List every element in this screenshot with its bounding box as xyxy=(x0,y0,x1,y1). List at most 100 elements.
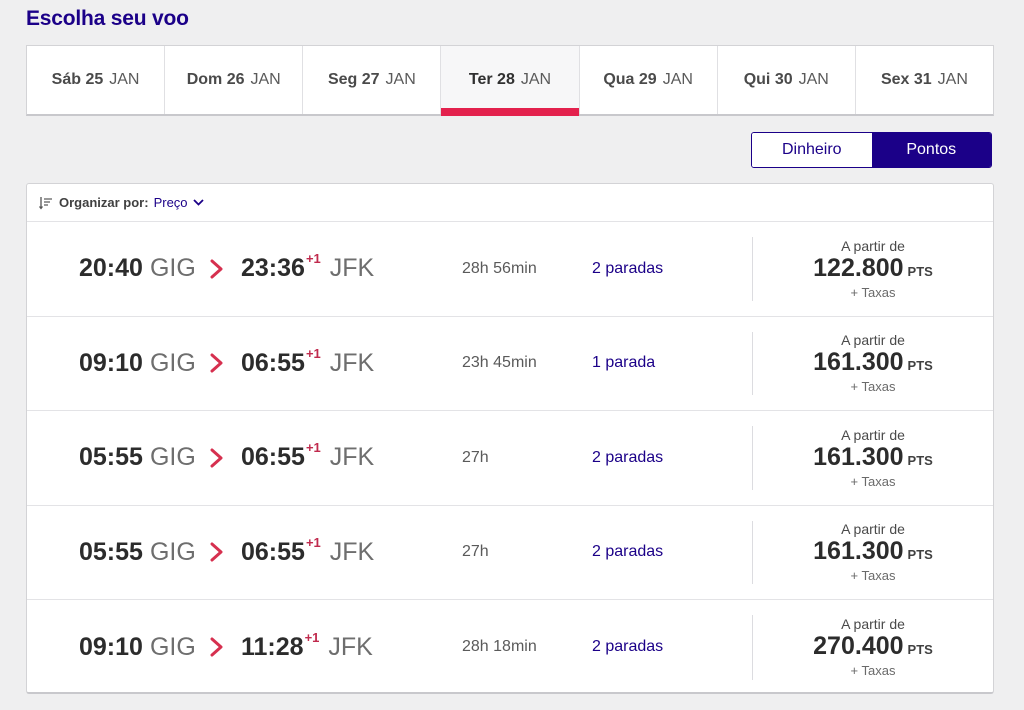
arrival-time: 06:55 xyxy=(241,537,305,566)
arrival-day-offset: +1 xyxy=(305,251,321,267)
date-tab-day: Qui 30 xyxy=(743,71,793,88)
departure-time: 05:55 xyxy=(79,443,143,472)
price-unit: PTS xyxy=(907,547,933,563)
date-tab-day: Sáb 25 xyxy=(51,71,104,88)
departure-airport: GIG xyxy=(149,443,196,472)
flight-row[interactable]: 09:10 GIG 06:55 +1 JFK 23h 45min 1 parada A… xyxy=(27,317,993,411)
departure-airport: GIG xyxy=(149,348,196,377)
arrival-airport: JFK xyxy=(329,443,375,472)
flight-duration: 23h 45min xyxy=(462,354,537,372)
price-block[interactable]: A partir de 161.300 PTS + Taxas xyxy=(753,317,993,411)
sort-dropdown[interactable]: Preço xyxy=(154,195,204,210)
flight-row[interactable]: 05:55 GIG 06:55 +1 JFK 27h 2 paradas A part… xyxy=(27,411,993,506)
date-tab-month: JAN xyxy=(250,71,281,88)
price-amount: 161.300 PTS xyxy=(813,537,933,569)
price-from-label: A partir de xyxy=(841,616,905,633)
arrival-day-offset: +1 xyxy=(305,440,321,456)
price-amount: 161.300 PTS xyxy=(813,348,933,380)
flight-duration: 28h 18min xyxy=(462,638,537,656)
departure: 05:55 GIG xyxy=(79,506,196,600)
price-value: 161.300 xyxy=(813,348,904,377)
date-tab-month: JAN xyxy=(520,71,552,88)
date-tab[interactable]: Dom 26 JAN xyxy=(165,46,304,114)
stops-link[interactable]: 2 paradas xyxy=(592,411,663,505)
date-tab-day: Qua 29 xyxy=(603,71,657,88)
date-tab[interactable]: Seg 27 JAN xyxy=(303,46,442,114)
arrival-airport: JFK xyxy=(329,254,375,283)
date-tab-selected[interactable]: Ter 28 JAN xyxy=(441,46,580,116)
price-unit: PTS xyxy=(907,358,933,374)
price-from-label: A partir de xyxy=(841,332,905,349)
points-option-button[interactable]: Pontos xyxy=(871,133,991,167)
price-from-label: A partir de xyxy=(841,521,905,538)
flight-row[interactable]: 09:10 GIG 11:28 +1 JFK 28h 18min 2 paradas … xyxy=(27,600,993,695)
departure: 09:10 GIG xyxy=(79,317,196,411)
arrival-day-offset: +1 xyxy=(305,345,321,361)
departure-time: 20:40 xyxy=(79,254,143,283)
departure-time: 09:10 xyxy=(79,632,143,661)
departure: 05:55 GIG xyxy=(79,411,196,505)
price-from-label: A partir de xyxy=(841,237,905,254)
flight-duration: 27h xyxy=(462,543,489,561)
price-value: 161.300 xyxy=(813,537,904,566)
arrival-time: 11:28 xyxy=(241,632,304,661)
price-amount: 161.300 PTS xyxy=(813,443,933,475)
arrival-airport: JFK xyxy=(329,537,375,566)
sort-bar: Organizar por: Preço xyxy=(27,184,993,222)
date-selector: Sáb 25 JAN Dom 26 JAN Seg 27 JAN Ter 28 JAN … xyxy=(26,45,994,116)
date-tab[interactable]: Qui 30 JAN xyxy=(718,46,856,114)
chevron-down-icon xyxy=(192,199,204,206)
price-amount: 122.800 PTS xyxy=(813,254,933,286)
departure-airport: GIG xyxy=(149,254,196,283)
date-tab-month: JAN xyxy=(109,71,140,88)
date-tab-month: JAN xyxy=(662,71,693,88)
stops-link[interactable]: 1 parada xyxy=(592,317,655,411)
departure-time: 05:55 xyxy=(79,537,143,566)
money-option-button[interactable]: Dinheiro xyxy=(752,133,872,167)
date-tab[interactable]: Qua 29 JAN xyxy=(580,46,718,114)
price-unit: PTS xyxy=(907,263,933,279)
flight-row[interactable]: 05:55 GIG 06:55 +1 JFK 27h 2 paradas A part… xyxy=(27,506,993,600)
taxes-label: + Taxas xyxy=(850,284,896,300)
date-tab[interactable]: Sáb 25 JAN xyxy=(27,46,166,114)
price-block[interactable]: A partir de 161.300 PTS + Taxas xyxy=(753,411,993,505)
date-tab[interactable]: Sex 31 JAN xyxy=(856,46,993,114)
taxes-label: + Taxas xyxy=(850,379,896,395)
chevron-right-icon xyxy=(210,448,223,468)
flight-duration: 27h xyxy=(462,448,489,466)
price-block[interactable]: A partir de 122.800 PTS + Taxas xyxy=(753,222,993,316)
page-title: Escolha seu voo xyxy=(26,7,189,30)
date-tab-month: JAN xyxy=(798,71,829,88)
price-unit: PTS xyxy=(907,452,933,468)
stops-link[interactable]: 2 paradas xyxy=(592,600,663,695)
flight-results-list: Organizar por: Preço 20:40 GIG 23:36 +1 JFK… xyxy=(26,183,994,694)
date-tab-month: JAN xyxy=(937,71,968,88)
flight-row[interactable]: 20:40 GIG 23:36 +1 JFK 28h 56min 2 paradas … xyxy=(27,222,993,317)
arrival: 06:55 +1 JFK xyxy=(241,317,374,411)
stops-link[interactable]: 2 paradas xyxy=(592,222,663,316)
date-tab-month: JAN xyxy=(385,71,416,88)
date-tab-day: Dom 26 xyxy=(186,71,245,88)
date-tab-day: Ter 28 xyxy=(468,71,515,88)
price-unit: PTS xyxy=(907,642,933,658)
departure: 09:10 GIG xyxy=(79,600,196,695)
arrival-airport: JFK xyxy=(329,348,375,377)
price-block[interactable]: A partir de 270.400 PTS + Taxas xyxy=(753,600,993,695)
price-from-label: A partir de xyxy=(841,426,905,443)
taxes-label: + Taxas xyxy=(850,473,896,489)
arrival: 06:55 +1 JFK xyxy=(241,411,374,505)
chevron-right-icon xyxy=(210,637,223,657)
taxes-label: + Taxas xyxy=(850,663,896,679)
arrival-time: 23:36 xyxy=(241,254,305,283)
arrival-airport: JFK xyxy=(328,632,373,661)
stops-link[interactable]: 2 paradas xyxy=(592,506,663,600)
sort-label: Organizar por: xyxy=(59,195,149,210)
sort-lines-icon xyxy=(39,196,52,209)
price-block[interactable]: A partir de 161.300 PTS + Taxas xyxy=(753,506,993,600)
arrival-day-offset: +1 xyxy=(304,629,320,645)
flight-duration: 28h 56min xyxy=(462,259,537,277)
departure-time: 09:10 xyxy=(79,348,143,377)
price-value: 270.400 xyxy=(813,632,904,661)
price-value: 161.300 xyxy=(813,442,904,471)
sort-value: Preço xyxy=(153,195,188,210)
